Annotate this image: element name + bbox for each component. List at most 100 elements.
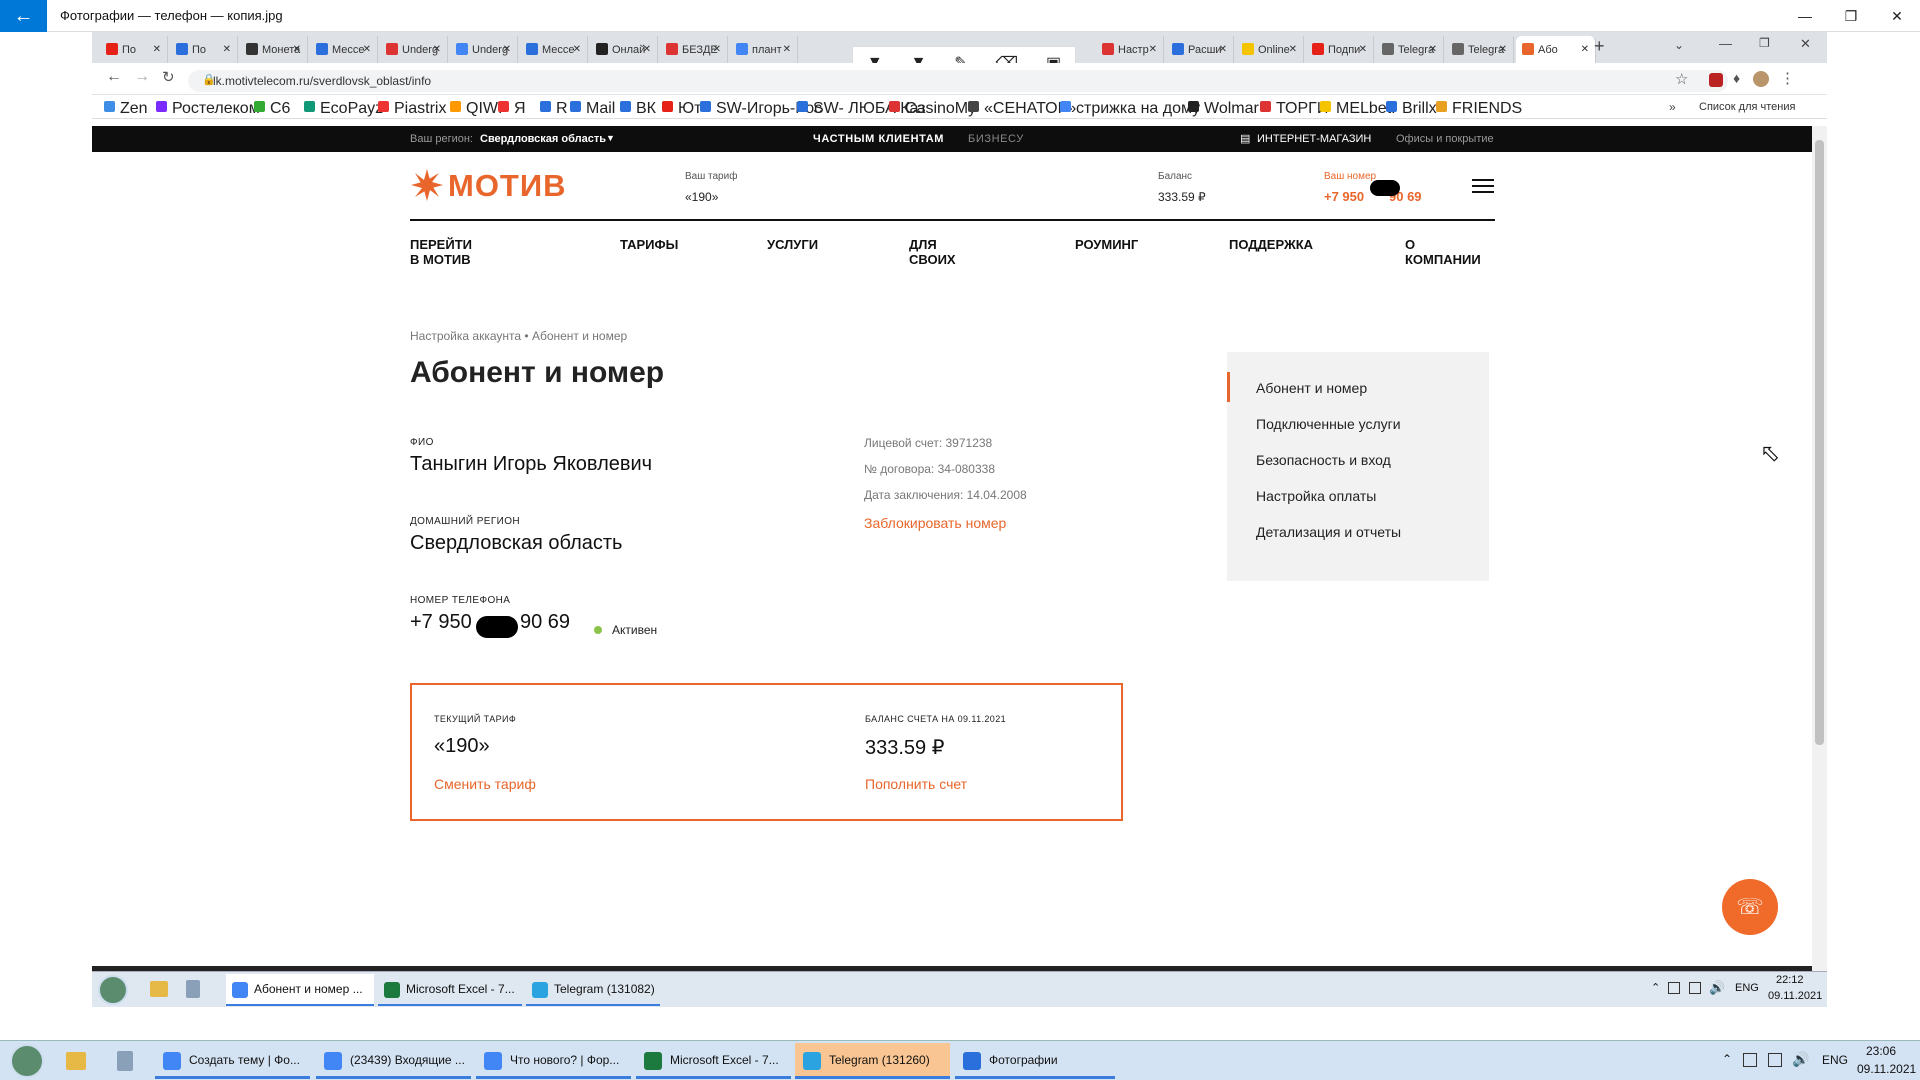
inner-taskbar-item[interactable]: Microsoft Excel - 7... [378, 974, 522, 1006]
outer-taskbar-item[interactable]: Telegram (131260) [795, 1043, 950, 1079]
browser-tab[interactable]: Telegra ✕ [1376, 36, 1444, 63]
tab-close-icon[interactable]: ✕ [1149, 44, 1157, 55]
topup-link[interactable]: Пополнить счет [865, 776, 967, 792]
browser-tab[interactable]: Telegra ✕ [1446, 36, 1514, 63]
tab-close-icon[interactable]: ✕ [1289, 44, 1297, 55]
browser-tab[interactable]: БЕЗДЕ ✕ [660, 36, 728, 63]
inner-taskbar-item[interactable]: Telegram (131082) [526, 974, 660, 1006]
bookmark-item[interactable]: EcoPayz [304, 100, 383, 118]
shop-link[interactable]: ИНТЕРНЕТ-МАГАЗИН [1257, 133, 1371, 145]
back-icon[interactable]: ← [106, 68, 122, 86]
puzzle-icon[interactable]: ♦ [1733, 70, 1740, 86]
nav-about[interactable]: О КОМПАНИИ [1405, 237, 1481, 267]
browser-restore-icon[interactable]: ❐ [1759, 36, 1770, 50]
extension-icon[interactable] [1709, 73, 1723, 87]
outer-taskbar-item[interactable]: Microsoft Excel - 7... [636, 1043, 791, 1079]
side-item-subscriber[interactable]: Абонент и номер [1256, 380, 1367, 396]
bookmark-item[interactable]: Ростелеком [156, 100, 260, 118]
browser-tab[interactable]: Расши ✕ [1166, 36, 1234, 63]
tab-close-icon[interactable]: ✕ [153, 44, 161, 55]
browser-minimize-icon[interactable]: — [1719, 36, 1732, 51]
tray-network-icon[interactable] [1668, 982, 1680, 994]
bookmark-item[interactable]: ВК [620, 100, 656, 118]
menu-dots-icon[interactable]: ⋮ [1780, 69, 1795, 87]
forward-icon[interactable]: → [134, 68, 150, 86]
bookmark-item[interactable]: Brillx [1386, 100, 1437, 118]
avatar[interactable] [1753, 71, 1769, 87]
bookmark-item[interactable]: Zen [104, 100, 148, 118]
segment-business[interactable]: БИЗНЕСУ [968, 133, 1024, 145]
inner-taskbar-item[interactable]: Абонент и номер ... [226, 974, 374, 1006]
tab-close-icon[interactable]: ✕ [433, 44, 441, 55]
browser-tab[interactable]: плант ✕ [730, 36, 798, 63]
browser-tab[interactable]: Online ✕ [1236, 36, 1304, 63]
balance-value[interactable]: 333.59 ₽ [1158, 190, 1206, 204]
tab-search-icon[interactable]: ⌄ [1674, 38, 1684, 52]
outer-taskbar-item[interactable]: Фотографии [955, 1043, 1115, 1079]
nav-tariffs[interactable]: ТАРИФЫ [620, 237, 678, 252]
arrow-left-icon[interactable]: ← [0, 0, 47, 32]
side-item-payment[interactable]: Настройка оплаты [1256, 488, 1376, 504]
bookmark-item[interactable]: Я [498, 100, 526, 118]
scrollbar-thumb[interactable] [1815, 140, 1824, 745]
new-tab-icon[interactable]: + [1594, 36, 1605, 57]
tab-close-icon[interactable]: ✕ [783, 44, 791, 55]
bookmark-item[interactable]: Piastrix [378, 100, 446, 118]
restore-icon[interactable]: ❐ [1828, 0, 1874, 32]
tab-close-icon[interactable]: ✕ [643, 44, 651, 55]
url-input[interactable]: lk.motivtelecom.ru/sverdlovsk_oblast/inf… [188, 70, 1728, 92]
browser-close-icon[interactable]: ✕ [1800, 36, 1811, 52]
tray-lang[interactable]: ENG [1735, 982, 1759, 994]
hamburger-menu-icon[interactable] [1472, 179, 1494, 195]
reading-list[interactable]: Список для чтения [1699, 101, 1795, 113]
browser-tab[interactable]: Монета ✕ [240, 36, 308, 63]
breadcrumb-account-settings[interactable]: Настройка аккаунта [410, 329, 521, 343]
reload-icon[interactable]: ↻ [162, 68, 175, 86]
more-bookmarks-icon[interactable]: » [1669, 100, 1676, 114]
bookmark-item[interactable]: QIWI [450, 100, 502, 118]
browser-tab[interactable]: Або ✕ [1516, 36, 1596, 63]
bookmark-item[interactable]: Ют [662, 100, 702, 118]
tray-lang[interactable]: ENG [1822, 1053, 1848, 1067]
bookmark-item[interactable]: Wolmar [1188, 100, 1259, 118]
offices-link[interactable]: Офисы и покрытие [1396, 133, 1494, 145]
browser-tab[interactable]: По ✕ [100, 36, 168, 63]
tray-monitor-icon[interactable] [1768, 1053, 1782, 1067]
motiv-logo-icon[interactable] [410, 168, 444, 202]
tray-arrow-icon[interactable]: ⌃ [1722, 1052, 1732, 1066]
start-orb-icon[interactable] [10, 1044, 44, 1078]
tab-close-icon[interactable]: ✕ [573, 44, 581, 55]
outer-taskbar-item[interactable]: Что нового? | Фор... [476, 1043, 631, 1079]
change-tariff-link[interactable]: Сменить тариф [434, 776, 536, 792]
star-icon[interactable]: ☆ [1675, 70, 1688, 88]
nav-services[interactable]: УСЛУГИ [767, 237, 818, 252]
folder-icon[interactable] [66, 1052, 86, 1070]
browser-tab[interactable]: Мессе ✕ [310, 36, 378, 63]
support-chat-icon[interactable]: ☏ [1722, 879, 1778, 935]
motiv-logo[interactable]: МОТИВ [448, 168, 567, 204]
browser-tab[interactable]: Настр ✕ [1096, 36, 1164, 63]
browser-tab[interactable]: Underg ✕ [380, 36, 448, 63]
start-orb-icon[interactable] [98, 975, 128, 1005]
caret-down-icon[interactable]: ▼ [606, 133, 615, 143]
tariff-value[interactable]: «190» [685, 190, 718, 204]
tray-monitor-icon[interactable] [1689, 982, 1701, 994]
browser-tab[interactable]: Онлай ✕ [590, 36, 658, 63]
tab-close-icon[interactable]: ✕ [503, 44, 511, 55]
outer-taskbar-item[interactable]: (23439) Входящие ... [316, 1043, 471, 1079]
tray-volume-icon[interactable]: 🔊 [1792, 1051, 1809, 1068]
side-item-services[interactable]: Подключенные услуги [1256, 416, 1401, 432]
browser-tab[interactable]: Underg ✕ [450, 36, 518, 63]
bookmark-item[interactable]: MELbet. [1320, 100, 1396, 118]
outer-taskbar-item[interactable]: Создать тему | Фо... [155, 1043, 310, 1079]
number-left[interactable]: +7 950 [1324, 189, 1364, 204]
bookmark-item[interactable]: ТОРГИ [1260, 100, 1328, 118]
tab-close-icon[interactable]: ✕ [1581, 44, 1589, 55]
bookmark-item[interactable]: CasinoMy [889, 100, 976, 118]
nav-support[interactable]: ПОДДЕРЖКА [1229, 237, 1313, 252]
calculator-icon[interactable] [117, 1051, 133, 1071]
nav-roaming[interactable]: РОУМИНГ [1075, 237, 1138, 252]
tab-close-icon[interactable]: ✕ [1499, 44, 1507, 55]
bookmark-item[interactable]: R [540, 100, 568, 118]
bookmark-item[interactable]: FRIENDS [1436, 100, 1522, 118]
